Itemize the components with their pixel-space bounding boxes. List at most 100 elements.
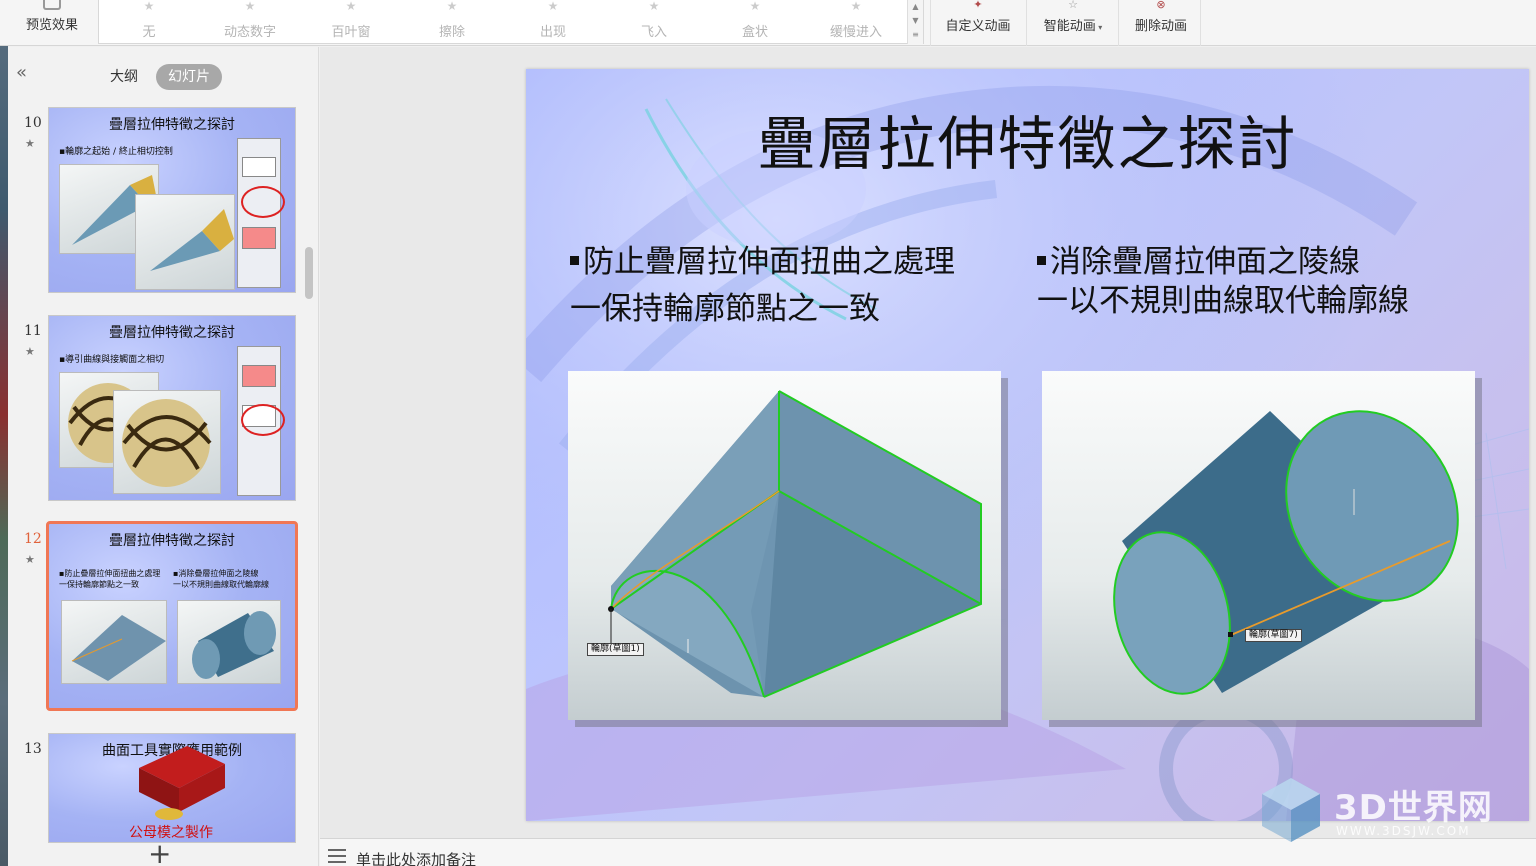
animation-ribbon: 预览效果 ★ 无 ★ 动态数字 ★ 百叶窗 ★ 擦除 ★ 出现 ★ 飞入 ★ 盒状 ★ 缓慢进入… bbox=[0, 0, 1536, 46]
preview-effect-button[interactable]: 预览效果 bbox=[12, 0, 92, 46]
anim-label: 飞入 bbox=[640, 25, 667, 40]
tab-outline[interactable]: 大纲 bbox=[98, 64, 150, 90]
anim-label: 擦除 bbox=[438, 25, 465, 40]
left-bullet-text[interactable]: 防止疊層拉伸面扭曲之處理 bbox=[570, 242, 955, 282]
cube-logo-icon bbox=[1262, 778, 1320, 842]
anim-none[interactable]: ★ 无 bbox=[99, 0, 199, 44]
watermark-text: 3D世界网 bbox=[1334, 788, 1493, 828]
cone-image bbox=[150, 209, 234, 271]
divider bbox=[1118, 0, 1119, 46]
right-bullet-text[interactable]: 消除疊層拉伸面之陵線 bbox=[1037, 242, 1360, 282]
star-icon: ★ bbox=[143, 0, 155, 13]
loft-solid-image[interactable]: 輪廓(草圖1) bbox=[568, 371, 1001, 720]
slide-canvas[interactable]: 疊層拉伸特徵之探討 防止疊層拉伸面扭曲之處理 一保持輪廓節點之一致 消除疊層拉伸… bbox=[526, 69, 1529, 821]
collapse-pane-icon[interactable]: « bbox=[16, 64, 27, 82]
highlight-ellipse bbox=[241, 404, 285, 436]
profile-sketch-label: 輪廓(草圖1) bbox=[587, 643, 644, 656]
anim-crawl-in[interactable]: ★ 缓慢进入 bbox=[806, 0, 906, 44]
star-icon: ★ bbox=[547, 0, 559, 13]
anim-label: 动态数字 bbox=[223, 25, 276, 40]
anim-label: 出现 bbox=[539, 25, 566, 40]
thumb-image bbox=[113, 390, 221, 494]
star-icon: ★ bbox=[749, 0, 761, 13]
profile-sketch-label: 輪廓(草圖7) bbox=[1245, 629, 1302, 642]
site-watermark: 3D世界网 WWW.3DSJW.COM bbox=[1252, 772, 1522, 848]
smart-animation-label: 智能动画 bbox=[1043, 19, 1096, 34]
slide-thumbnail[interactable]: 曲面工具實際應用範例 公母模之製作 bbox=[48, 733, 296, 843]
highlight-ellipse bbox=[241, 186, 285, 218]
notes-icon bbox=[328, 849, 346, 863]
anim-appear[interactable]: ★ 出现 bbox=[503, 0, 603, 44]
slide-editor: 疊層拉伸特徵之探討 防止疊層拉伸面扭曲之處理 一保持輪廓節點之一致 消除疊層拉伸… bbox=[320, 47, 1536, 866]
add-slide-icon[interactable]: + bbox=[148, 840, 171, 866]
anim-wipe[interactable]: ★ 擦除 bbox=[402, 0, 502, 44]
thumb-subtitle: ▪消除疊層拉伸面之陵線 bbox=[173, 569, 259, 578]
gallery-scrollbar[interactable]: ▲ ▼ ≡ bbox=[907, 0, 923, 44]
slide-thumbnail-selected[interactable]: 疊層拉伸特徵之探討 ▪防止疊層拉伸面扭曲之處理 一保持輪廓節點之一致 ▪消除疊層… bbox=[46, 521, 298, 711]
anim-label: 缓慢进入 bbox=[829, 25, 882, 40]
delete-animation-button[interactable]: ⊗ 删除动画 bbox=[1126, 0, 1196, 46]
divider bbox=[1200, 0, 1201, 46]
anim-label: 百叶窗 bbox=[331, 25, 371, 40]
thumb-subtitle: ▪導引曲線與接觸面之相切 bbox=[59, 355, 165, 365]
animation-star-icon: ★ bbox=[25, 137, 35, 150]
thumb-image bbox=[135, 194, 235, 290]
thumb-subtitle: ▪輪廓之起始 / 終止相切控制 bbox=[59, 147, 173, 157]
star-icon: ★ bbox=[345, 0, 357, 13]
delete-animation-icon: ⊗ bbox=[1156, 0, 1166, 11]
thumb-subtitle: 一保持輪廓節點之一致 bbox=[59, 580, 139, 589]
anim-box[interactable]: ★ 盒状 bbox=[705, 0, 805, 44]
slide-thumbnail[interactable]: 疊層拉伸特徵之探討 ▪輪廓之起始 / 終止相切控制 bbox=[48, 107, 296, 293]
loft-solid-drawing bbox=[608, 390, 982, 698]
slide-number: 11 bbox=[24, 323, 42, 339]
tab-slides[interactable]: 幻灯片 bbox=[156, 64, 222, 90]
animation-star-icon: ★ bbox=[25, 345, 35, 358]
bullet-square-icon bbox=[1037, 256, 1046, 265]
anim-fly-in[interactable]: ★ 飞入 bbox=[604, 0, 704, 44]
scroll-up-icon[interactable]: ▲ bbox=[908, 0, 923, 14]
thumb-title: 疊層拉伸特徵之探討 bbox=[109, 117, 235, 133]
smart-animation-label-wrap: 智能动画 ▾ bbox=[1034, 15, 1112, 34]
anim-dynamic-number[interactable]: ★ 动态数字 bbox=[200, 0, 300, 44]
slide-thumbnail[interactable]: 疊層拉伸特徵之探討 ▪導引曲線與接觸面之相切 bbox=[48, 315, 296, 501]
animation-gallery: ★ 无 ★ 动态数字 ★ 百叶窗 ★ 擦除 ★ 出现 ★ 飞入 ★ 盒状 ★ 缓慢进入 ▲ ▼ … bbox=[98, 0, 924, 44]
custom-animation-label: 自定义动画 bbox=[945, 19, 1011, 34]
loft-cylinder-drawing bbox=[1113, 410, 1459, 695]
slide-number: 10 bbox=[24, 115, 42, 131]
loft-solid-image bbox=[71, 615, 166, 681]
animation-star-icon: ★ bbox=[25, 553, 35, 566]
delete-animation-label: 删除动画 bbox=[1134, 19, 1187, 34]
scroll-down-icon[interactable]: ▼ bbox=[908, 14, 923, 28]
left-bullet-label: 防止疊層拉伸面扭曲之處理 bbox=[583, 244, 955, 280]
thumb-image bbox=[61, 600, 167, 684]
custom-animation-button[interactable]: ✦ 自定义动画 bbox=[938, 0, 1018, 46]
sphere-image bbox=[122, 399, 212, 487]
expand-gallery-icon[interactable]: ≡ bbox=[908, 28, 923, 42]
right-bullet-label: 消除疊層拉伸面之陵線 bbox=[1050, 244, 1360, 280]
watermark-url: WWW.3DSJW.COM bbox=[1336, 824, 1471, 838]
slide-number: 12 bbox=[24, 531, 42, 547]
thumb-title: 疊層拉伸特徵之探討 bbox=[109, 533, 235, 549]
thumb-title: 疊層拉伸特徵之探討 bbox=[109, 325, 235, 341]
left-sub-text[interactable]: 一保持輪廓節點之一致 bbox=[570, 289, 880, 329]
thumb-subtitle: ▪防止疊層拉伸面扭曲之處理 bbox=[59, 569, 161, 578]
anim-label: 无 bbox=[142, 25, 156, 40]
loft-cylinder-image bbox=[192, 611, 276, 679]
smart-animation-button[interactable]: ☆ 智能动画 ▾ bbox=[1034, 0, 1112, 46]
smart-animation-icon: ☆ bbox=[1068, 0, 1078, 11]
slides-pane: « 大纲 幻灯片 10 ★ 疊層拉伸特徵之探討 ▪輪廓之起始 / 終止相切控制 bbox=[8, 47, 319, 866]
star-icon: ★ bbox=[244, 0, 256, 13]
bullet-square-icon bbox=[570, 256, 579, 265]
preview-icon bbox=[43, 0, 61, 10]
thumb-subtitle: 一以不規則曲線取代輪廓線 bbox=[173, 580, 269, 589]
mold-image bbox=[139, 746, 225, 820]
notes-placeholder[interactable]: 单击此处添加备注 bbox=[356, 849, 476, 866]
anim-blinds[interactable]: ★ 百叶窗 bbox=[301, 0, 401, 44]
slide-title[interactable]: 疊層拉伸特徵之探討 bbox=[526, 97, 1529, 181]
pane-scrollbar-thumb[interactable] bbox=[305, 247, 313, 299]
loft-cylinder-image[interactable]: 輪廓(草圖7) bbox=[1042, 371, 1475, 720]
star-icon: ★ bbox=[446, 0, 458, 13]
app-window: 预览效果 ★ 无 ★ 动态数字 ★ 百叶窗 ★ 擦除 ★ 出现 ★ 飞入 ★ 盒状 ★ 缓慢进入… bbox=[0, 0, 1536, 866]
right-sub-text[interactable]: 一以不規則曲線取代輪廓線 bbox=[1037, 281, 1409, 321]
divider bbox=[1026, 0, 1027, 46]
